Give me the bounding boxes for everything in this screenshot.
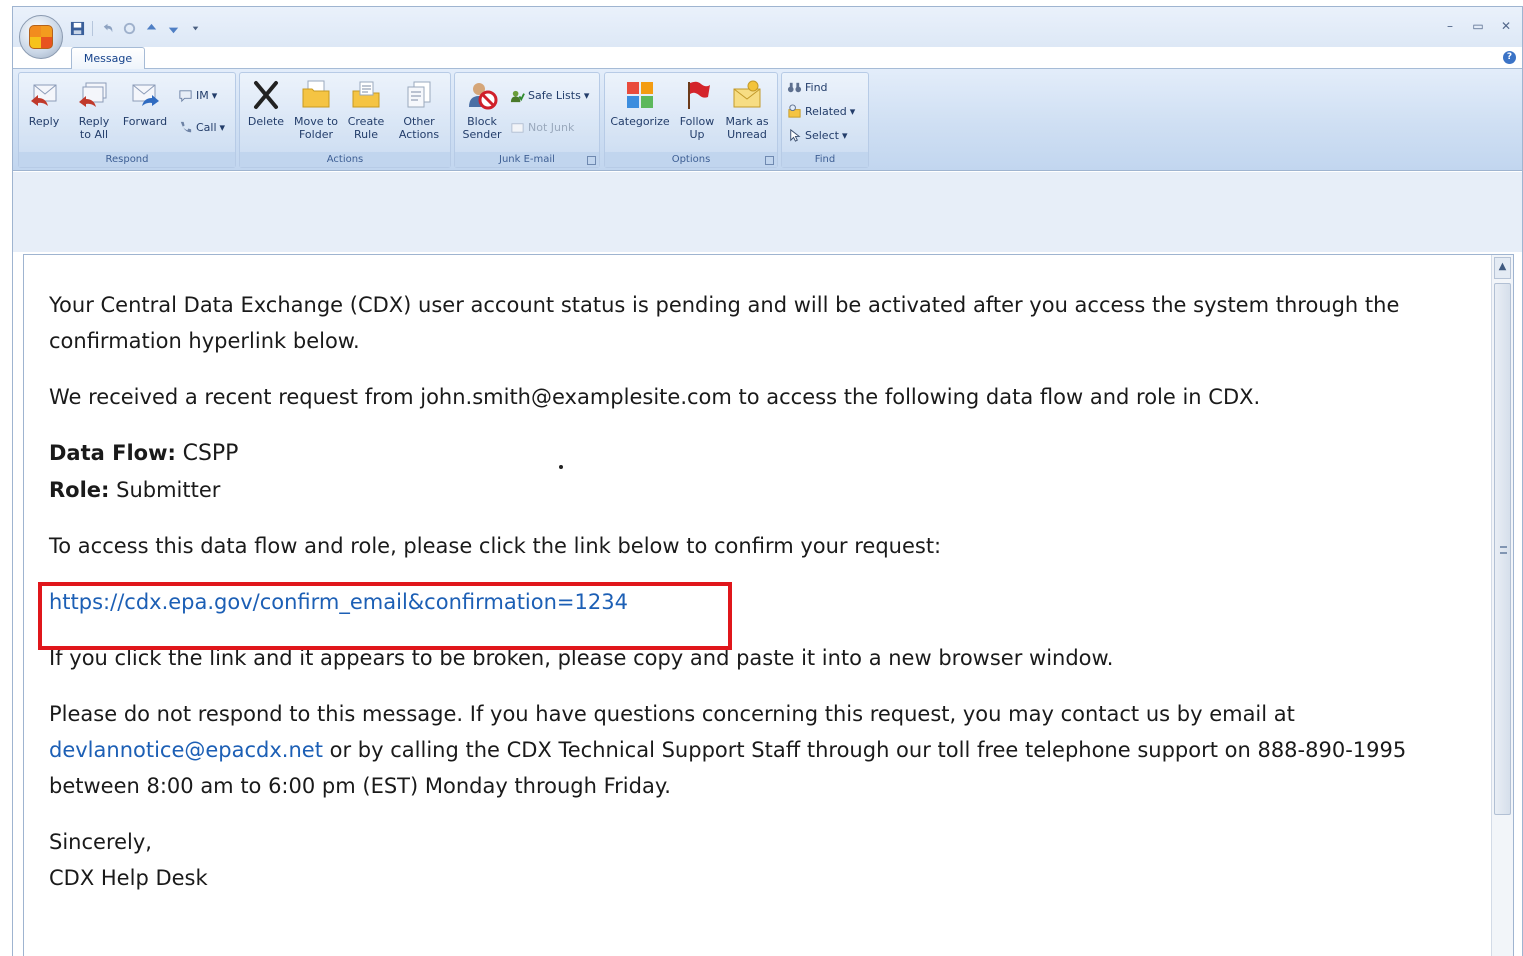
message-header-area — [13, 172, 1522, 252]
data-flow-value: CSPP — [182, 441, 239, 466]
forward-icon — [128, 78, 162, 112]
flag-icon — [680, 78, 714, 112]
reply-icon — [27, 78, 61, 112]
folder-icon — [299, 78, 333, 112]
role-value: Submitter — [116, 478, 221, 502]
binoculars-icon — [786, 79, 802, 95]
quick-access-toolbar — [69, 17, 204, 39]
link-highlight-box — [38, 582, 732, 650]
safe-lists-icon — [509, 87, 525, 103]
call-button[interactable]: Call ▾ — [177, 117, 225, 137]
not-junk-icon — [509, 119, 525, 135]
move-to-folder-button[interactable]: Move to Folder — [292, 76, 340, 152]
role-line: Role: Submitter — [49, 472, 1489, 508]
options-launcher[interactable] — [765, 156, 774, 165]
paragraph-account-status: Your Central Data Exchange (CDX) user ac… — [49, 293, 1400, 353]
reply-all-button[interactable]: Reply to All — [74, 76, 114, 152]
group-label-options: Options — [605, 152, 777, 167]
role-label: Role: — [49, 478, 110, 502]
next-item-icon[interactable] — [165, 20, 182, 37]
categorize-button[interactable]: Categorize — [609, 76, 671, 152]
other-actions-icon — [402, 78, 436, 112]
categorize-icon — [623, 78, 657, 112]
office-button[interactable] — [19, 15, 63, 59]
block-sender-icon — [465, 78, 499, 112]
delete-icon — [249, 78, 283, 112]
other-actions-button[interactable]: Other Actions — [392, 76, 446, 152]
office-logo-icon — [29, 25, 53, 49]
mark-as-unread-button[interactable]: Mark as Unread — [721, 76, 773, 152]
delete-button[interactable]: Delete — [246, 76, 286, 152]
create-rule-button[interactable]: Create Rule — [344, 76, 388, 152]
customize-toolbar-icon[interactable] — [187, 20, 204, 37]
outlook-message-window: – ▭ ✕ Message ? Reply Reply to All Forwa… — [12, 6, 1523, 956]
ribbon: Reply Reply to All Forward IM ▾ Call ▾ R… — [13, 68, 1522, 171]
group-label-respond: Respond — [19, 152, 235, 167]
block-sender-button[interactable]: Block Sender — [459, 76, 505, 152]
ribbon-group-actions: Delete Move to Folder Create Rule Other … — [239, 72, 451, 168]
signature: CDX Help Desk — [49, 866, 208, 890]
scroll-up-arrow-icon[interactable]: ▲ — [1494, 257, 1511, 279]
paragraph-access-instructions: To access this data flow and role, pleas… — [49, 534, 942, 558]
junk-email-options-launcher[interactable] — [587, 156, 596, 165]
close-icon[interactable]: ✕ — [1500, 19, 1512, 33]
scroll-grip-icon — [1500, 546, 1507, 554]
paragraph-contact-info: Please do not respond to this message. I… — [49, 702, 1407, 798]
support-email-link[interactable]: devlannotice@epacdx.net — [49, 738, 323, 762]
group-label-junk-email: Junk E-mail — [455, 152, 599, 167]
related-button[interactable]: Related ▾ — [786, 101, 855, 121]
select-button[interactable]: Select ▾ — [786, 125, 847, 145]
ribbon-group-junk-email: Block Sender Safe Lists ▾ Not Junk Junk E… — [454, 72, 600, 168]
minimize-icon[interactable]: – — [1444, 19, 1456, 33]
ribbon-group-options: Categorize Follow Up Mark as Unread Opti… — [604, 72, 778, 168]
previous-item-icon[interactable] — [143, 20, 160, 37]
safe-lists-button[interactable]: Safe Lists ▾ — [509, 85, 589, 105]
tab-message[interactable]: Message — [71, 47, 145, 69]
scroll-thumb[interactable] — [1494, 283, 1511, 815]
reply-button[interactable]: Reply — [25, 76, 63, 152]
vertical-scrollbar[interactable]: ▲ — [1491, 255, 1513, 956]
instant-message-icon — [177, 87, 193, 103]
ribbon-group-respond: Reply Reply to All Forward IM ▾ Call ▾ R… — [18, 72, 236, 168]
stray-dot — [559, 465, 563, 469]
reply-all-icon — [77, 78, 111, 112]
phone-icon — [177, 119, 193, 135]
undo-icon[interactable] — [99, 20, 116, 37]
toolbar-separator — [92, 20, 93, 36]
im-button[interactable]: IM ▾ — [177, 85, 217, 105]
select-arrow-icon — [786, 127, 802, 143]
unread-envelope-icon — [730, 78, 764, 112]
message-body-pane: Your Central Data Exchange (CDX) user ac… — [23, 254, 1514, 956]
help-icon[interactable]: ? — [1503, 51, 1516, 64]
title-bar: – ▭ ✕ — [13, 7, 1522, 47]
follow-up-button[interactable]: Follow Up — [675, 76, 719, 152]
data-flow-line: Data Flow: CSPP — [49, 435, 1489, 472]
data-flow-label: Data Flow: — [49, 441, 176, 465]
rule-icon — [349, 78, 383, 112]
redo-icon[interactable] — [121, 20, 138, 37]
ribbon-group-find: Find Related ▾ Select ▾ Find — [781, 72, 869, 168]
group-label-find: Find — [782, 152, 868, 167]
paragraph-request-received: We received a recent request from john.s… — [49, 385, 1261, 409]
related-icon — [786, 103, 802, 119]
forward-button[interactable]: Forward — [121, 76, 169, 152]
closing: Sincerely, — [49, 830, 152, 854]
not-junk-button[interactable]: Not Junk — [509, 117, 574, 137]
maximize-icon[interactable]: ▭ — [1472, 19, 1484, 33]
window-controls: – ▭ ✕ — [1444, 19, 1512, 33]
find-button[interactable]: Find — [786, 77, 828, 97]
save-icon[interactable] — [69, 20, 86, 37]
group-label-actions: Actions — [240, 152, 450, 167]
